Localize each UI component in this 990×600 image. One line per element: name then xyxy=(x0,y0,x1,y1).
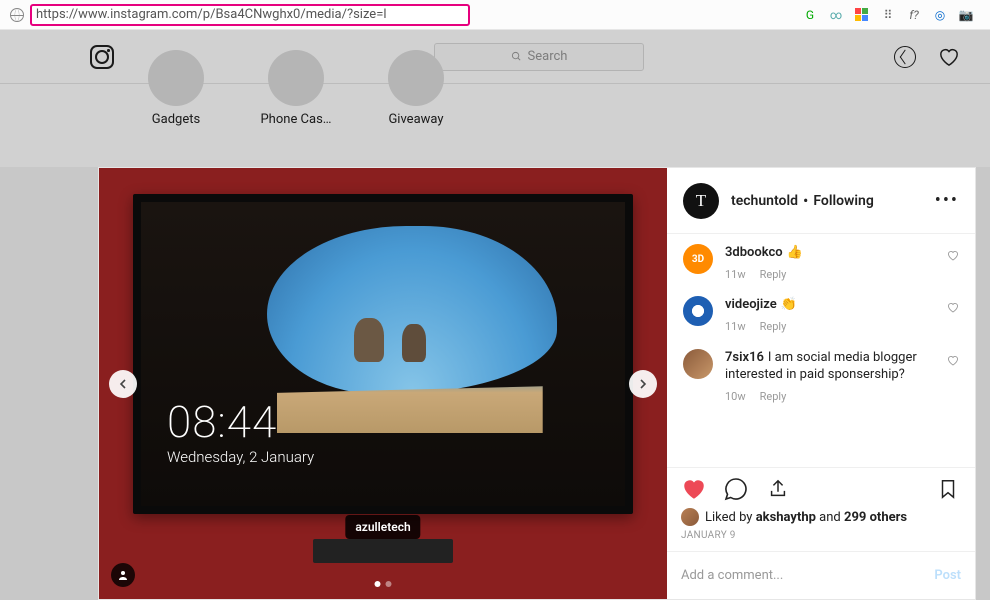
comment-text: 👍 xyxy=(787,245,803,260)
reply-button[interactable]: Reply xyxy=(760,268,787,283)
share-button[interactable] xyxy=(765,476,791,502)
story-label: Gadgets xyxy=(152,112,200,127)
likes-count[interactable]: 299 others xyxy=(844,510,907,525)
commenter-avatar[interactable]: 3D xyxy=(683,244,713,274)
likes-summary[interactable]: Liked by akshaythp and 299 others xyxy=(667,508,975,530)
commenter-avatar[interactable] xyxy=(683,349,713,379)
activity-heart-icon[interactable] xyxy=(938,47,960,67)
comments-list: 3D 3dbookco 👍 11w Reply videojize 👏 11w Repl… xyxy=(667,234,975,467)
browser-address-bar: https://www.instagram.com/p/Bsa4CNwghx0/… xyxy=(0,0,990,30)
instagram-logo-icon[interactable] xyxy=(90,45,114,69)
ext-camera-icon[interactable]: 📷 xyxy=(958,7,974,23)
author-username[interactable]: techuntold xyxy=(731,193,798,209)
ext-grid-icon[interactable]: ⠿ xyxy=(880,7,896,23)
post-header: T techuntold • Following ••• xyxy=(667,168,975,234)
bookmark-icon xyxy=(937,477,959,501)
separator-dot: • xyxy=(803,191,808,210)
person-icon xyxy=(117,569,129,581)
clock-time: 08:44 xyxy=(167,400,314,444)
globe-icon xyxy=(10,8,24,22)
more-options-button[interactable]: ••• xyxy=(935,190,959,211)
comment: 7six16I am social media blogger interest… xyxy=(683,349,959,405)
story-label: Giveaway xyxy=(388,112,443,127)
search-input[interactable]: Search xyxy=(434,43,644,71)
story-gadgets[interactable]: Gadgets xyxy=(140,90,212,127)
add-comment-input[interactable]: Add a comment... xyxy=(681,568,934,583)
explore-icon[interactable] xyxy=(894,46,916,68)
add-comment-row: Add a comment... Post xyxy=(667,551,975,599)
story-label: Phone Cas… xyxy=(260,112,331,127)
comment: 3D 3dbookco 👍 11w Reply xyxy=(683,244,959,282)
tv-frame: 08:44 Wednesday, 2 January xyxy=(133,194,633,514)
comment-age: 11w xyxy=(725,268,746,283)
comment-button[interactable] xyxy=(723,476,749,502)
next-photo-button[interactable] xyxy=(629,370,657,398)
tv-screen: 08:44 Wednesday, 2 January xyxy=(141,202,625,506)
photo-tag[interactable]: azulletech xyxy=(345,515,420,539)
post-timestamp: JANUARY 9 xyxy=(667,530,975,551)
prev-photo-button[interactable] xyxy=(109,370,137,398)
clock-date: Wednesday, 2 January xyxy=(167,448,314,466)
reply-button[interactable]: Reply xyxy=(760,320,787,335)
commenter-username[interactable]: videojize xyxy=(725,297,777,312)
comment-age: 10w xyxy=(725,390,746,405)
like-comment-icon[interactable] xyxy=(947,355,959,366)
commenter-avatar[interactable] xyxy=(683,296,713,326)
follow-button[interactable]: Following xyxy=(813,193,873,209)
post-actions xyxy=(667,467,975,508)
post-modal: 08:44 Wednesday, 2 January azulletech T … xyxy=(98,167,976,600)
extension-icons: G ∞ ⠿ f? ◎ 📷 xyxy=(802,7,980,23)
like-comment-icon[interactable] xyxy=(947,250,959,261)
lockscreen-clock: 08:44 Wednesday, 2 January xyxy=(167,400,314,466)
post-sidebar: T techuntold • Following ••• 3D 3dbookco… xyxy=(667,168,975,599)
url-text: https://www.instagram.com/p/Bsa4CNwghx0/… xyxy=(36,7,387,22)
carousel-dots xyxy=(375,581,392,587)
story-giveaway[interactable]: Giveaway xyxy=(380,90,452,127)
ext-link-icon[interactable]: ∞ xyxy=(828,7,844,23)
ext-font-icon[interactable]: f? xyxy=(906,7,922,23)
comment-text: 👏 xyxy=(781,297,797,312)
search-icon xyxy=(511,51,522,62)
comment: videojize 👏 11w Reply xyxy=(683,296,959,334)
stories-row: Gadgets Phone Cas… Giveaway xyxy=(0,84,990,167)
ext-grammarly-icon[interactable]: G xyxy=(802,7,818,23)
commenter-username[interactable]: 7six16 xyxy=(725,350,764,365)
commenter-username[interactable]: 3dbookco xyxy=(725,245,783,260)
comment-icon xyxy=(724,477,748,501)
liker-avatar xyxy=(681,508,699,526)
likes-user[interactable]: akshaythp xyxy=(756,510,816,525)
post-media[interactable]: 08:44 Wednesday, 2 January azulletech xyxy=(99,168,667,599)
likes-prefix: Liked by xyxy=(705,510,756,525)
search-placeholder: Search xyxy=(528,49,568,64)
author-avatar[interactable]: T xyxy=(683,183,719,219)
tv-stand xyxy=(313,539,453,563)
share-icon xyxy=(767,477,789,501)
story-avatar xyxy=(388,50,444,106)
reply-button[interactable]: Reply xyxy=(760,390,787,405)
save-button[interactable] xyxy=(935,476,961,502)
post-comment-button[interactable]: Post xyxy=(934,568,961,583)
ext-target-icon[interactable]: ◎ xyxy=(932,7,948,23)
story-avatar xyxy=(268,50,324,106)
story-avatar xyxy=(148,50,204,106)
story-phone-cases[interactable]: Phone Cas… xyxy=(260,90,332,127)
like-comment-icon[interactable] xyxy=(947,302,959,313)
heart-filled-icon xyxy=(681,477,707,501)
like-button[interactable] xyxy=(681,476,707,502)
url-input[interactable]: https://www.instagram.com/p/Bsa4CNwghx0/… xyxy=(30,4,470,26)
ext-color-icon[interactable] xyxy=(854,7,870,23)
tagged-people-button[interactable] xyxy=(111,563,135,587)
likes-suffix: and xyxy=(816,510,844,525)
comment-age: 11w xyxy=(725,320,746,335)
